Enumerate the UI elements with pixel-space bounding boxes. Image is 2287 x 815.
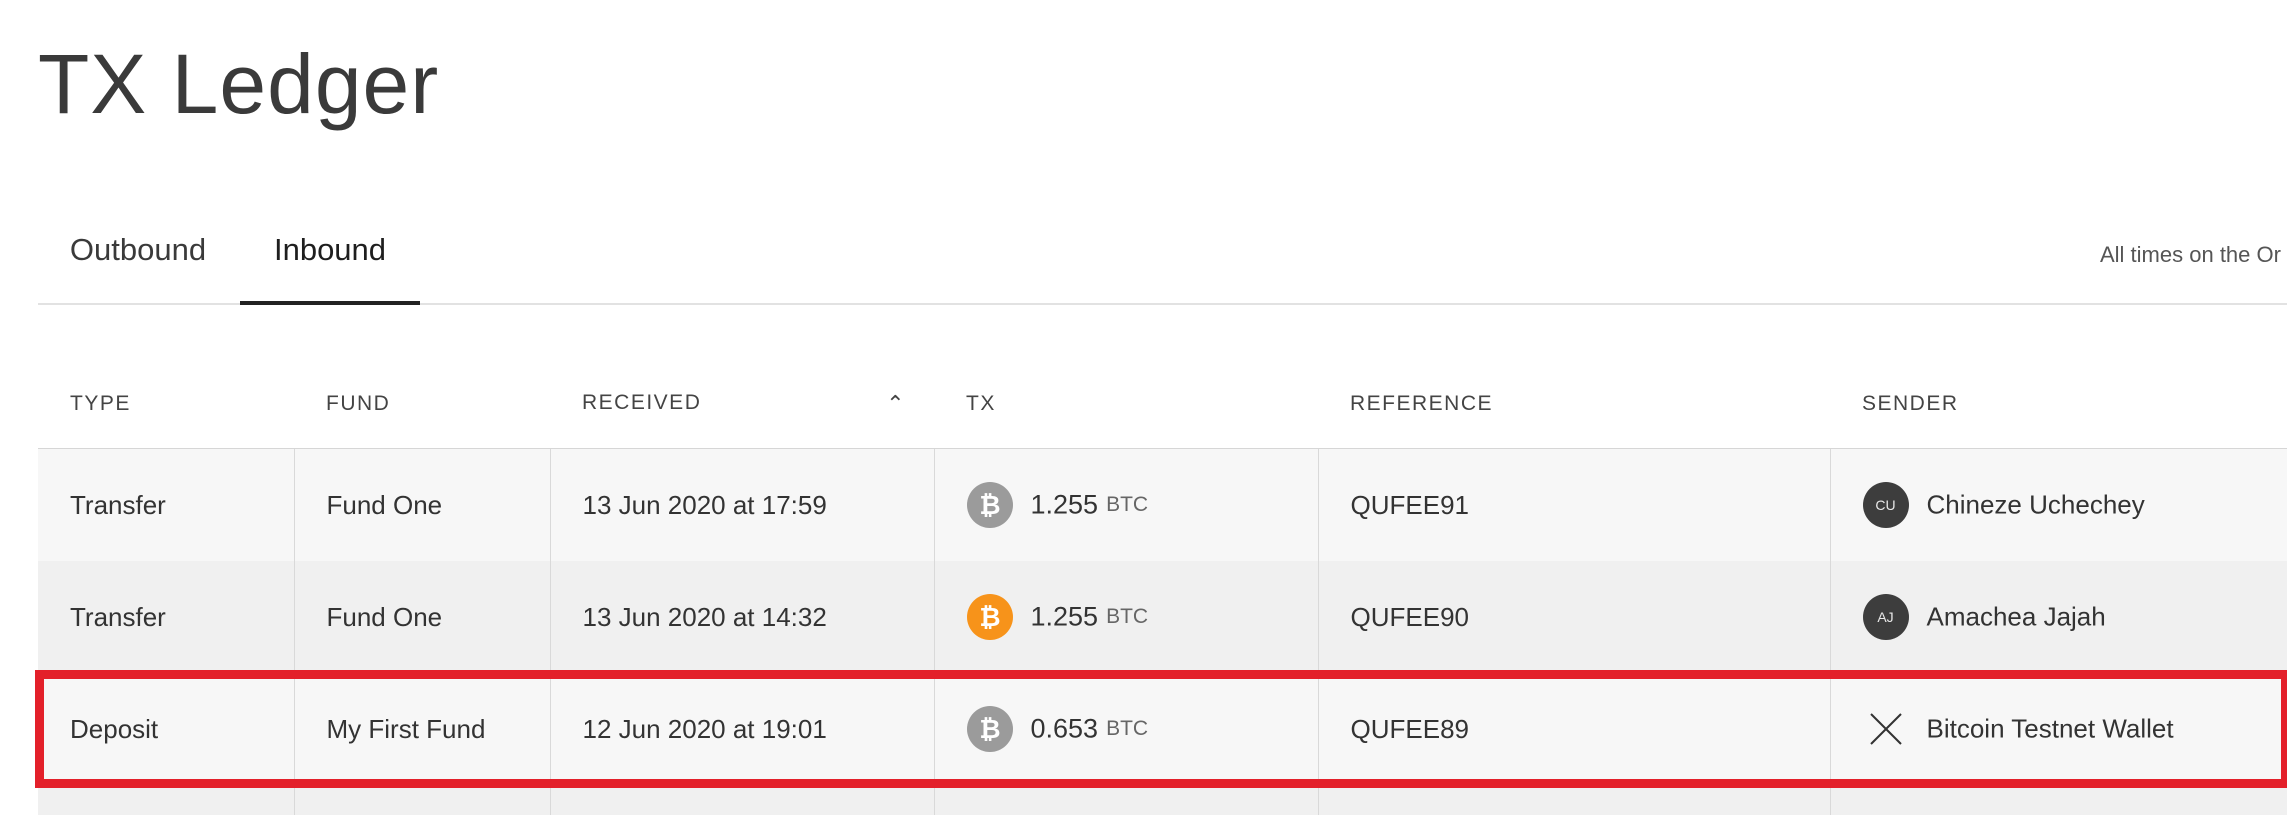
column-header-sender[interactable]: SENDER bbox=[1830, 360, 2287, 449]
bitcoin-icon: ₿ bbox=[966, 482, 1013, 528]
column-header-sender-label: SENDER bbox=[1862, 392, 1959, 415]
cell-type: Transfer bbox=[38, 561, 295, 673]
table-row[interactable]: Transfer Fund One 13 Jun 2020 at 14:32 ₿… bbox=[38, 561, 2287, 673]
cell-sender: Bitcoin Testnet Wallet bbox=[1830, 673, 2287, 785]
avatar: AJ bbox=[1862, 594, 1909, 640]
cell-tx: ₿ 1.255 BTC bbox=[934, 561, 1319, 673]
cell-tx: ₿ 0.653 BTC bbox=[934, 673, 1319, 785]
page-title: TX Ledger bbox=[38, 37, 440, 131]
tx-amount: 1.255 bbox=[1030, 601, 1099, 632]
cell-reference: QUFEE91 bbox=[1318, 448, 1831, 561]
cell-fund: Fund One bbox=[294, 561, 551, 673]
tx-amount: 0.653 bbox=[1030, 713, 1099, 744]
tx-amount: 1.255 bbox=[1030, 489, 1099, 520]
bitcoin-icon: ₿ bbox=[966, 706, 1013, 752]
tx-unit: BTC bbox=[1106, 605, 1149, 628]
close-x-icon bbox=[1863, 706, 1909, 752]
column-header-fund[interactable]: FUND bbox=[294, 360, 550, 449]
bitcoin-icon: ₿ bbox=[966, 594, 1013, 640]
table-row-partial bbox=[38, 785, 2287, 815]
timezone-note: All times on the Or bbox=[2100, 242, 2281, 267]
svg-text:₿: ₿ bbox=[979, 603, 1000, 633]
column-header-reference[interactable]: REFERENCE bbox=[1318, 360, 1830, 449]
column-header-tx[interactable]: TX bbox=[934, 360, 1318, 449]
column-header-reference-label: REFERENCE bbox=[1350, 392, 1494, 415]
cell-type: Deposit bbox=[38, 673, 295, 785]
cell-type: Transfer bbox=[38, 448, 295, 561]
table-row-highlighted[interactable]: Deposit My First Fund 12 Jun 2020 at 19:… bbox=[35, 670, 2287, 788]
cell-fund: Fund One bbox=[294, 448, 551, 561]
column-header-fund-label: FUND bbox=[326, 392, 391, 415]
column-header-type[interactable]: TYPE bbox=[38, 360, 294, 449]
cell-sender: AJ Amachea Jajah bbox=[1830, 561, 2287, 673]
tab-bar: Outbound Inbound bbox=[38, 210, 2287, 305]
ledger-table: TYPE FUND RECEIVED ⌃ TX REFERENCE SENDER … bbox=[35, 360, 2287, 815]
table-row[interactable]: Transfer Fund One 13 Jun 2020 at 17:59 ₿… bbox=[38, 448, 2287, 562]
svg-text:₿: ₿ bbox=[979, 715, 1000, 745]
column-header-received[interactable]: RECEIVED ⌃ bbox=[550, 360, 934, 449]
svg-text:₿: ₿ bbox=[979, 491, 1000, 521]
cell-sender: CU Chineze Uchechey bbox=[1830, 449, 2287, 562]
tab-outbound[interactable]: Outbound bbox=[38, 210, 238, 305]
cell-tx: ₿ 1.255 BTC bbox=[934, 448, 1319, 561]
column-header-tx-label: TX bbox=[966, 392, 996, 415]
tab-inbound[interactable]: Inbound bbox=[240, 210, 420, 305]
cell-received: 13 Jun 2020 at 14:32 bbox=[550, 561, 935, 673]
column-header-received-label: RECEIVED bbox=[582, 391, 702, 414]
sender-name: Amachea Jajah bbox=[1926, 601, 2106, 632]
tx-unit: BTC bbox=[1106, 717, 1149, 740]
avatar: CU bbox=[1862, 482, 1909, 528]
sort-ascending-icon[interactable]: ⌃ bbox=[886, 391, 906, 417]
tx-unit: BTC bbox=[1106, 493, 1149, 516]
cell-reference: QUFEE90 bbox=[1318, 561, 1831, 673]
sender-name: Bitcoin Testnet Wallet bbox=[1926, 713, 2174, 744]
cell-received: 12 Jun 2020 at 19:01 bbox=[550, 673, 935, 785]
column-header-type-label: TYPE bbox=[70, 392, 131, 415]
sender-name: Chineze Uchechey bbox=[1926, 489, 2145, 520]
table-header-row: TYPE FUND RECEIVED ⌃ TX REFERENCE SENDER bbox=[38, 360, 2287, 449]
cell-reference: QUFEE89 bbox=[1318, 673, 1831, 785]
cell-fund: My First Fund bbox=[294, 673, 551, 785]
cell-received: 13 Jun 2020 at 17:59 bbox=[550, 448, 935, 561]
